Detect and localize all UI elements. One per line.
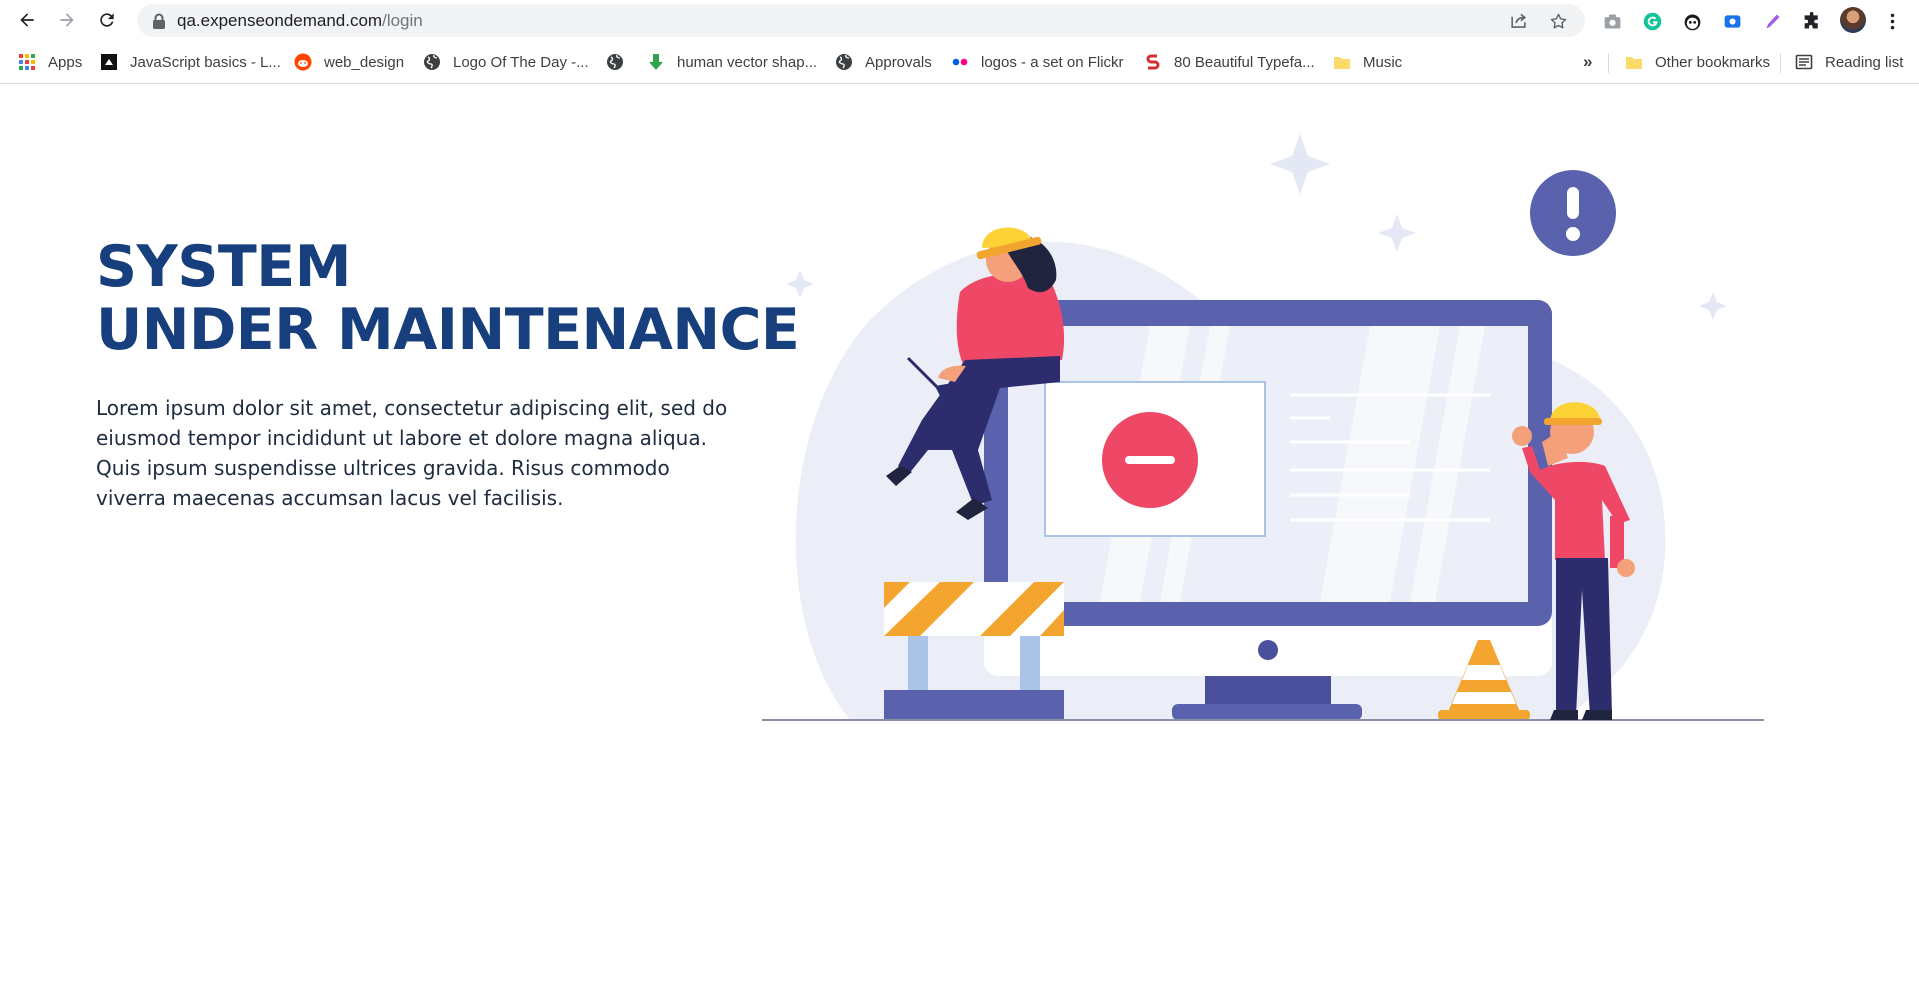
download-arrow-icon [647,53,665,71]
bookmark-flickr[interactable]: logos - a set on Flickr [951,52,1124,72]
bookmark-label: 80 Beautiful Typefa... [1174,53,1315,71]
title-line-2: UNDER MAINTENANCE [96,297,800,363]
pen-icon [1765,14,1779,28]
sparkle-icon [1378,214,1416,252]
bookmark-label: Approvals [865,53,932,71]
reload-button[interactable] [93,6,121,34]
camera-icon [1604,14,1620,28]
page-title: SYSTEM UNDER MAINTENANCE [96,234,800,363]
forward-icon [60,13,74,27]
maintenance-illustration [762,134,1764,721]
bookmark-beautiful-typefaces[interactable]: 80 Beautiful Typefa... [1144,52,1315,72]
forward-button[interactable] [53,6,81,34]
url-text[interactable]: qa.expenseondemand.com/login [177,12,423,30]
bookmark-label: JavaScript basics - L... [130,53,281,71]
bookmarks-divider [1780,53,1781,73]
bookmark-label: Reading list [1825,53,1904,71]
address-bar[interactable]: qa.expenseondemand.com/login [137,4,1585,37]
screen-record-icon [1724,14,1740,28]
reload-icon [100,13,114,27]
ext-pen[interactable] [1760,9,1784,33]
sparkle-icon [1270,134,1330,194]
url-path: /login [382,11,423,30]
bookmark-globe[interactable] [606,52,636,72]
reading-list-icon [1795,53,1813,71]
bookmark-apps[interactable]: Apps [18,52,82,72]
star-icon [1550,13,1566,28]
back-button[interactable] [13,6,41,34]
browser-toolbar: qa.expenseondemand.com/login [0,0,1919,41]
bookmarks-overflow-button[interactable]: » [1583,52,1592,72]
title-line-1: SYSTEM [96,234,351,300]
bookmark-star-button[interactable] [1547,10,1569,32]
globe-icon [835,53,853,71]
black-square-icon [100,53,118,71]
folder-icon [1625,53,1643,71]
reddit-icon [294,53,312,71]
globe-icon [423,53,441,71]
ext-screen-record[interactable] [1720,9,1744,33]
bookmarks-divider [1608,53,1609,73]
back-icon [20,13,34,27]
url-host: qa.expenseondemand.com [177,11,383,30]
share-icon [1510,13,1526,28]
bookmark-other-bookmarks[interactable]: Other bookmarks [1625,52,1770,72]
ext-panda[interactable] [1680,9,1704,33]
apps-grid-icon [18,53,36,71]
bookmark-approvals[interactable]: Approvals [835,52,932,72]
bookmark-web-design[interactable]: web_design [294,52,404,72]
bookmark-music[interactable]: Music [1333,52,1402,72]
bookmark-label: Apps [48,53,83,71]
error-window [1044,381,1266,537]
kebab-menu-icon [1890,13,1894,29]
bookmark-label: human vector shap... [677,53,818,71]
sparkle-icon [1699,292,1727,320]
ext-camera[interactable] [1600,9,1624,33]
bookmarks-bar: Apps JavaScript basics - L... web_design… [0,41,1919,84]
lock-icon[interactable] [152,13,166,29]
bookmark-label: Logo Of The Day -... [453,53,589,71]
menu-button[interactable] [1880,9,1904,33]
bookmark-javascript-basics[interactable]: JavaScript basics - L... [100,52,281,72]
flickr-icon [951,53,969,71]
bookmark-human-vector[interactable]: human vector shap... [647,52,817,72]
panda-icon [1684,14,1700,30]
ext-grammarly[interactable] [1640,9,1664,33]
maintenance-description: Lorem ipsum dolor sit amet, consectetur … [96,396,728,510]
grammarly-icon [1643,12,1661,30]
bookmark-logo-of-the-day[interactable]: Logo Of The Day -... [423,52,589,72]
bookmark-label: web_design [324,53,405,71]
globe-icon [606,53,624,71]
extensions-button[interactable] [1800,9,1824,33]
bookmark-label: logos - a set on Flickr [981,53,1124,71]
alert-icon [1530,170,1616,256]
share-button[interactable] [1507,10,1529,32]
sparkle-icon [786,270,814,298]
bookmark-label: Music [1363,53,1403,71]
puzzle-icon [1804,11,1818,28]
folder-icon [1333,53,1351,71]
bookmark-label: Other bookmarks [1655,53,1771,71]
avatar[interactable] [1840,7,1866,33]
reading-list-button[interactable]: Reading list [1795,52,1903,72]
s-logo-icon [1144,53,1162,71]
